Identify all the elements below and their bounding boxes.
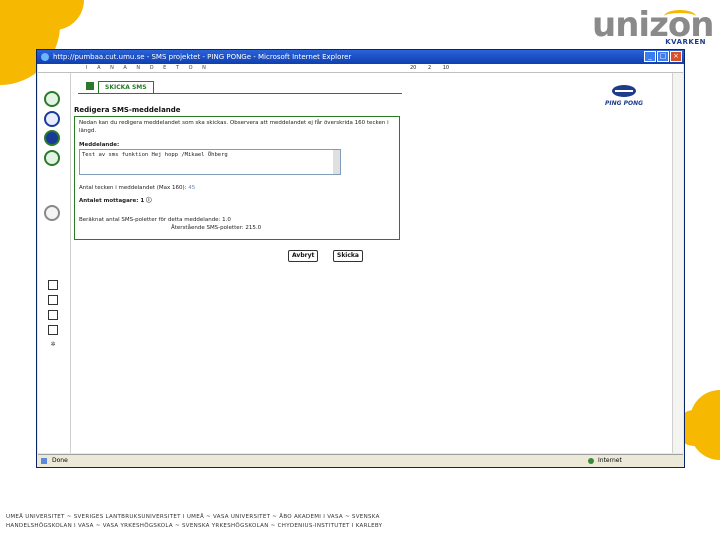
cancel-button[interactable]: Avbryt <box>288 250 319 262</box>
list-icon[interactable] <box>44 91 60 107</box>
left-icon-rail: ✲ <box>38 73 71 453</box>
decorative-blob-top-left-wide <box>0 0 84 30</box>
close-button[interactable]: × <box>670 51 682 62</box>
browser-window: http://pumbaa.cut.umu.se - SMS projektet… <box>36 49 685 468</box>
char-count-value: 45 <box>188 185 196 191</box>
message-icon[interactable] <box>44 130 60 146</box>
app-toolbar: I A N A N D E T O N 20 2 10 <box>38 64 683 73</box>
minimize-button[interactable]: _ <box>644 51 656 62</box>
security-zone: Internet <box>598 457 622 464</box>
logo-swirl-icon <box>664 10 696 23</box>
message-scrollbar[interactable] <box>333 150 340 174</box>
window-titlebar[interactable]: http://pumbaa.cut.umu.se - SMS projektet… <box>37 50 684 64</box>
footer-line-2: HANDELSHÖGSKOLAN I VASA ~ VASA YRKESHÖGS… <box>6 523 383 529</box>
sms-parts-count: Beräknat antal SMS-poletter för detta me… <box>79 217 231 223</box>
send-button[interactable]: Skicka <box>333 250 363 262</box>
logo-subtitle: KVARKEN <box>665 38 706 46</box>
ping-pong-logo: PING PONG <box>593 85 653 111</box>
book-icon[interactable] <box>44 111 60 127</box>
notes-icon[interactable] <box>48 295 58 305</box>
footer-line-1: UMEÅ UNIVERSITET ~ SVERIGES LANTBRUKSUNI… <box>6 514 380 520</box>
window-controls: _ □ × <box>644 51 682 62</box>
ie-icon <box>41 53 49 61</box>
toolbar-tabs[interactable]: I A N A N D E T O N <box>86 64 210 72</box>
send-sms-tab[interactable]: SKICKA SMS <box>98 81 154 94</box>
ping-pong-emblem-icon <box>612 85 636 97</box>
sms-panel-header: SKICKA SMS <box>78 75 402 94</box>
window-title: http://pumbaa.cut.umu.se - SMS projektet… <box>53 53 352 61</box>
vertical-scrollbar[interactable] <box>672 73 683 453</box>
users-icon[interactable] <box>44 150 60 166</box>
page-content: ✲ SKICKA SMS Redigera SMS-meddelande Ned… <box>38 73 683 453</box>
char-count-label: Antal tecken i meddelandet (Max 160): <box>79 185 187 191</box>
footer: UMEÅ UNIVERSITET ~ SVERIGES LANTBRUKSUNI… <box>6 513 606 531</box>
sms-form: Nedan kan du redigera meddelandet som sk… <box>74 116 400 240</box>
calculator-icon[interactable] <box>48 325 58 335</box>
sms-remaining: Återstående SMS-poletter: 215.0 <box>171 225 262 231</box>
page-icon <box>41 458 47 464</box>
mail-icon[interactable] <box>48 310 58 320</box>
toolbar-numbers: 20 2 10 <box>410 65 450 71</box>
sms-icon <box>86 82 94 90</box>
message-textarea[interactable]: Test av sms funktion Hej hopp /Mikael Öh… <box>79 149 341 175</box>
char-count: Antal tecken i meddelandet (Max 160): 45 <box>79 184 195 192</box>
settings-icon[interactable]: ✲ <box>48 341 58 351</box>
unizon-logo: unizon KVARKEN <box>592 8 714 48</box>
status-bar: Done Internet <box>38 454 683 467</box>
globe-icon <box>588 458 594 464</box>
intro-text: Nedan kan du redigera meddelandet som sk… <box>79 120 389 134</box>
recipients-label: Antalet mottagare: 1 <box>79 198 145 204</box>
info-icon[interactable]: ⓘ <box>146 198 152 204</box>
warning-icon[interactable] <box>44 205 60 221</box>
status-text: Done <box>52 457 68 464</box>
recipients-count: Antalet mottagare: 1 ⓘ <box>79 197 152 205</box>
ping-pong-wordmark: PING PONG <box>604 100 644 107</box>
document-icon[interactable] <box>48 280 58 290</box>
form-title: Redigera SMS-meddelande <box>74 106 181 114</box>
maximize-button[interactable]: □ <box>657 51 669 62</box>
message-label: Meddelande: <box>79 142 120 148</box>
